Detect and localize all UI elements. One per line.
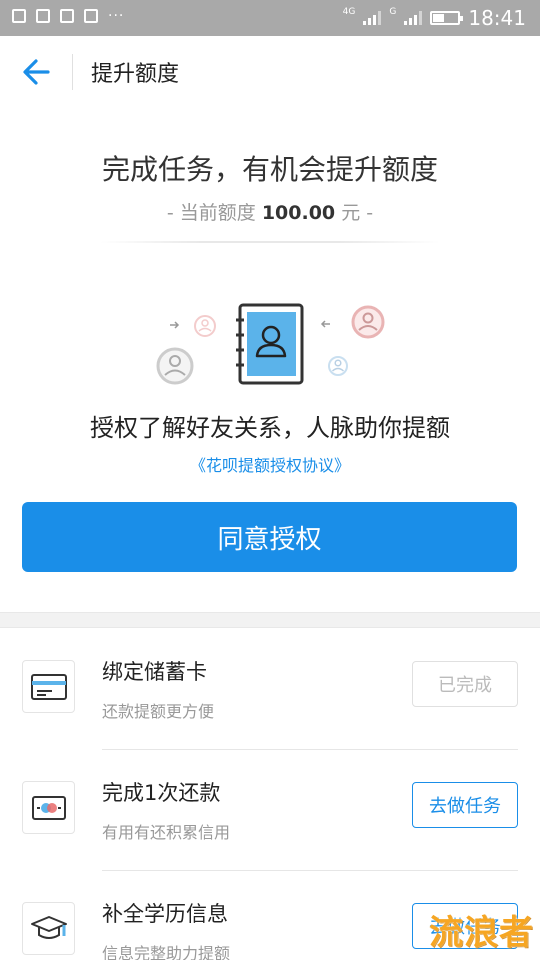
task-completed-button: 已完成 — [412, 661, 518, 707]
app-grid-icon-2 — [84, 9, 98, 23]
page-title: 提升额度 — [91, 62, 180, 87]
task-description: 信息完整助力提额 — [102, 944, 231, 960]
status-bar: ··· 4G G 18:41 — [0, 0, 540, 36]
quota-prefix: - 当前额度 — [166, 202, 262, 224]
signal-icon-2 — [404, 11, 423, 25]
task-description: 有用有还积累信用 — [102, 823, 231, 842]
nav-bar: 提升额度 — [0, 36, 540, 108]
arrow-left-icon — [23, 59, 50, 85]
message-icon — [12, 9, 26, 23]
repayment-card-icon — [22, 781, 75, 834]
status-notifications: ··· — [12, 9, 124, 23]
contacts-illustration — [156, 303, 385, 385]
task-item-bind-card: 绑定储蓄卡 还款提额更方便 已完成 — [0, 628, 540, 749]
section-separator — [0, 612, 540, 628]
quota-value: 100.00 — [261, 202, 336, 224]
avatar-blue-small-icon — [328, 356, 348, 376]
battery-icon — [430, 11, 464, 25]
graduation-cap-icon — [22, 902, 75, 955]
contact-book-icon — [236, 303, 304, 385]
avatar-pink-small-icon — [194, 315, 216, 337]
task-title: 完成1次还款 — [102, 781, 221, 805]
bank-card-icon — [22, 660, 75, 713]
more-notifications-icon: ··· — [108, 8, 125, 24]
avatar-pink-icon — [351, 305, 385, 339]
back-button[interactable] — [14, 52, 58, 92]
agreement-link[interactable]: 《花呗提额授权协议》 — [0, 452, 540, 476]
authorization-title: 授权了解好友关系，人脉助你提额 — [90, 414, 450, 442]
hero-divider — [100, 241, 440, 243]
task-item-repayment: 完成1次还款 有用有还积累信用 去做任务 — [0, 749, 540, 870]
image-icon — [36, 9, 50, 23]
watermark-logo: 流浪者 — [429, 913, 534, 953]
go-do-task-button[interactable]: 去做任务 — [412, 782, 518, 828]
task-title: 补全学历信息 — [102, 902, 228, 926]
app-grid-icon — [60, 9, 74, 23]
task-title: 绑定储蓄卡 — [102, 660, 207, 684]
clock: 18:41 — [468, 6, 526, 30]
agree-authorize-button[interactable]: 同意授权 — [22, 502, 517, 572]
hero-title: 完成任务，有机会提升额度 — [101, 153, 438, 186]
quota-suffix: 元 - — [335, 202, 374, 224]
arrow-right-icon — [170, 321, 180, 329]
network-type-1: 4G — [342, 7, 356, 17]
task-description: 还款提额更方便 — [102, 702, 215, 721]
signal-icon-1 — [363, 11, 382, 25]
arrow-left-small-icon — [320, 320, 330, 328]
current-quota: - 当前额度 100.00 元 - — [0, 198, 540, 225]
network-type-2: G — [389, 7, 397, 17]
nav-divider — [72, 54, 73, 90]
status-indicators: 4G G 18:41 — [343, 6, 526, 30]
avatar-gray-icon — [156, 347, 194, 385]
